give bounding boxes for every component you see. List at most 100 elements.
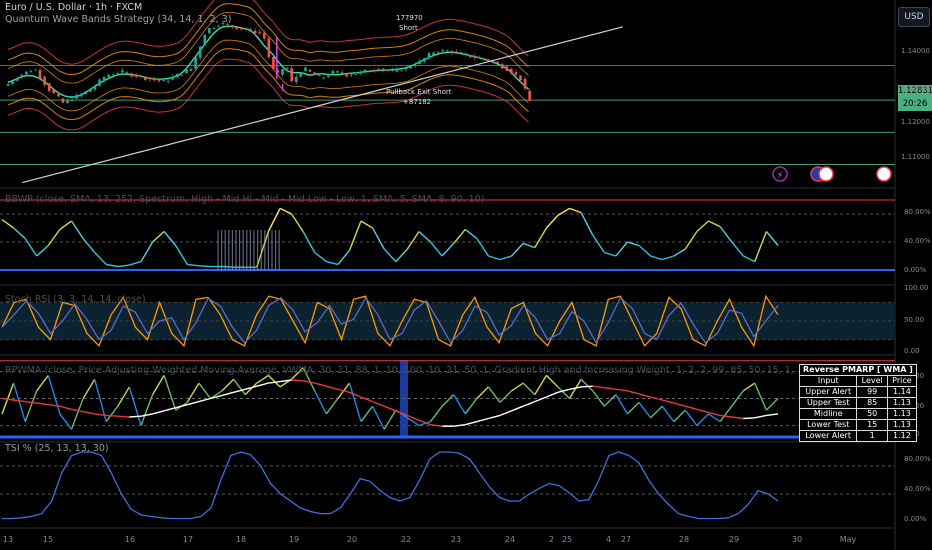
g-bbwp-seg [13, 227, 26, 240]
candle-body [15, 79, 19, 81]
candle-body [464, 53, 467, 55]
table-cell: 50 [856, 408, 888, 420]
candle-body [313, 72, 316, 76]
candle-body [111, 74, 115, 76]
date-label: 16 [125, 535, 135, 544]
g-bbwp-seg [673, 248, 686, 257]
candle-body [308, 69, 312, 72]
g-rev-seg [476, 417, 489, 423]
candle-body [304, 67, 307, 72]
candle-body [198, 46, 202, 58]
table-row: Upper Alert 99 1.14 [798, 386, 917, 398]
candle-body [404, 67, 408, 70]
tsi-axis-40: 40.00% [904, 485, 931, 493]
date-label: 15 [43, 535, 53, 544]
candle-body [432, 52, 435, 56]
price-pane[interactable] [0, 0, 896, 550]
g-bbwp-seg [453, 228, 466, 244]
bbwp-pane[interactable] [0, 199, 895, 271]
g-bbwp-seg [267, 208, 281, 232]
g-bbwp-seg [464, 228, 478, 240]
g-rev-seg [430, 424, 443, 427]
g-rev-seg [71, 408, 84, 413]
candle-body [478, 57, 481, 59]
table-cell: 1 [856, 430, 888, 442]
candle-body [345, 73, 348, 77]
g-rev-seg [731, 416, 744, 420]
g-bbwp-seg [395, 248, 408, 263]
rpwma-title: RPWMA (close, Price Adjusting Weighted M… [5, 365, 795, 376]
table-cell: Lower Alert [798, 430, 858, 442]
event-icons: ⚡ [772, 166, 892, 182]
table-cell: Lower Test [798, 419, 858, 431]
candle-body [20, 74, 24, 78]
tsi-pane[interactable] [0, 451, 895, 520]
candle-body [436, 51, 440, 53]
bbwp-axis-0: 0.00% [904, 266, 927, 274]
g-bbwp-seg [476, 238, 489, 257]
candle-body [400, 70, 403, 72]
exit-id-label: +87182 [403, 98, 432, 106]
g-rev-seg [36, 402, 49, 406]
g-rev-seg [163, 407, 176, 412]
g-bbwp-seg [627, 241, 640, 247]
g-rev-seg [221, 378, 235, 392]
date-label: 22 [401, 535, 411, 544]
g-rev-seg [592, 385, 605, 389]
g-rev-seg [534, 375, 547, 395]
g-bbwp-seg [198, 265, 211, 268]
candle-body [423, 58, 426, 62]
currency-button[interactable]: USD [898, 7, 930, 27]
g-bbwp-seg [326, 260, 339, 266]
candle-body [153, 78, 156, 81]
g-rev-seg [743, 417, 755, 420]
g-rev-seg [36, 374, 49, 392]
table-row: Midline 50 1.13 [798, 408, 917, 420]
g-rev-seg [360, 396, 373, 403]
candle-body [482, 58, 486, 60]
g-bbwp-seg [615, 241, 628, 257]
us-flag-icon[interactable] [818, 166, 834, 182]
candle-body [290, 68, 294, 82]
candle-body [70, 100, 74, 102]
g-rev-seg [59, 405, 72, 410]
candle-body [240, 27, 243, 30]
g-rev-seg [662, 399, 674, 404]
g-rev-seg [117, 415, 130, 418]
date-label: 18 [236, 535, 246, 544]
candle-body [121, 70, 124, 73]
tsi-axis-80: 80.00% [904, 455, 931, 463]
candle-body [468, 55, 472, 58]
short-label: Short [399, 24, 418, 32]
candle-body [331, 70, 335, 75]
trading-chart[interactable]: 13 15 16 17 18 19 20 22 23 24 25 27 28 29 30 May2 4 ⚡ [0, 0, 932, 550]
candle-body [253, 30, 257, 34]
date-label: May [840, 535, 857, 544]
tsi-title: TSI % (25, 13, 13, 30) [5, 443, 109, 454]
candle-body [217, 26, 220, 27]
us-flag-icon-2[interactable] [876, 166, 892, 182]
candle-body [267, 38, 271, 58]
candle-body [258, 31, 261, 33]
candle-body [519, 75, 522, 81]
candle-body [281, 69, 284, 75]
g-bbwp-seg [708, 220, 721, 228]
candle-body [143, 76, 147, 80]
date-label: 25 [562, 535, 572, 544]
candle-body [89, 89, 92, 92]
g-rev-seg [383, 409, 397, 430]
candle-body [79, 93, 83, 97]
g-rev-seg [696, 408, 709, 414]
bbwp-axis-40: 40.00% [904, 237, 931, 245]
table-row: Lower Test 15 1.13 [798, 419, 917, 431]
candle-body [102, 76, 106, 82]
candle-body [381, 68, 385, 71]
candle-body [171, 76, 175, 80]
candle-body [327, 75, 330, 78]
g-rev-seg [59, 413, 73, 430]
candle-body [230, 25, 234, 27]
g-bbwp-seg [742, 255, 756, 263]
g-rev-seg [464, 398, 478, 415]
candle-body [528, 90, 531, 101]
table-cell: Upper Alert [798, 386, 858, 398]
